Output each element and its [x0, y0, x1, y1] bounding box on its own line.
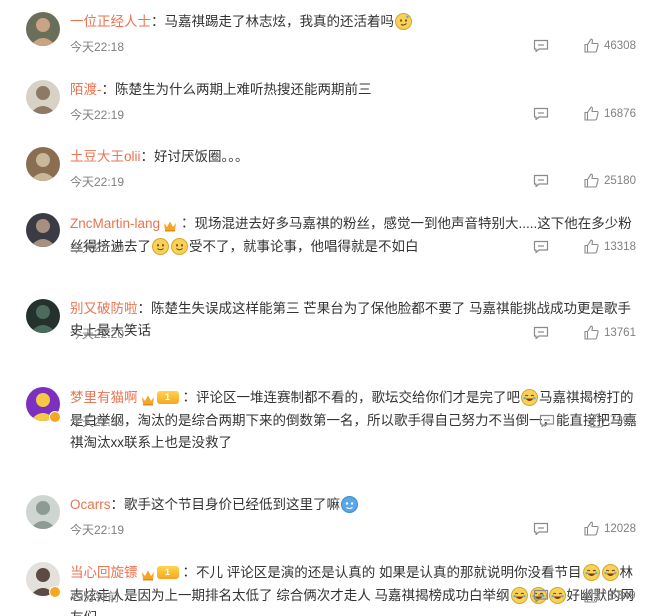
- comment-item: ZncMartin-lang ：现场混进去好多马嘉祺的粉丝，感觉一到他声音特别大.…: [0, 207, 660, 267]
- comment-item: 陌渡-：陈楚生为什么两期上难听热搜还能两期前三今天22:19 16876: [0, 74, 660, 134]
- name-separator-icon: ：: [110, 497, 125, 512]
- crown-icon: [141, 391, 155, 406]
- like-icon[interactable]: [584, 521, 599, 536]
- name-separator-icon: ：: [140, 149, 155, 164]
- avatar[interactable]: [26, 147, 60, 181]
- comment-item: 一位正经人士：马嘉祺踢走了林志炫，我真的还活着吗今天22:18 46308: [0, 6, 660, 66]
- reply-icon[interactable]: [533, 522, 549, 536]
- timestamp: 今天22:35: [70, 415, 125, 429]
- timestamp: 今天22:18: [70, 40, 125, 54]
- comment-text: 马嘉祺踢走了林志炫，我真的还活着吗: [164, 14, 395, 29]
- username-link[interactable]: Ocarrs: [70, 497, 111, 512]
- like-count: 13761: [604, 327, 636, 339]
- level-badge: 1: [156, 565, 179, 579]
- comment-text: 歌手这个节目身价已经低到这里了嘛: [124, 497, 340, 512]
- comment-content: 当心回旋镖 1 ：不儿 评论区是演的还是认真的 如果是认真的那就说明你没看节目 林志炫…: [70, 561, 640, 616]
- like-count: 7290: [610, 415, 636, 427]
- name-separator-icon: ：: [151, 14, 165, 29]
- smirk-emoji-icon: [395, 13, 412, 30]
- comment-text: 陈楚生为什么两期上难听热搜还能两期前三: [115, 82, 372, 97]
- sweat-emoji-icon: [341, 496, 358, 513]
- timestamp: 今天22:19: [70, 108, 125, 122]
- user-badges: [163, 212, 177, 234]
- username-link[interactable]: 一位正经人士: [70, 14, 151, 29]
- comment-text: 受不了，就事论事，他唱得就是不如白: [189, 239, 419, 254]
- timestamp: 49分钟前: [70, 590, 120, 604]
- laugh-emoji-icon: [601, 563, 619, 581]
- comment-content: 一位正经人士：马嘉祺踢走了林志炫，我真的还活着吗: [70, 11, 640, 33]
- reply-icon[interactable]: [533, 240, 549, 254]
- comment-item: Ocarrs：歌手这个节目身价已经低到这里了嘛今天22:19 12028: [0, 489, 660, 549]
- name-separator-icon: ：: [137, 301, 152, 316]
- crown-icon: [141, 566, 155, 581]
- comment-feed: 一位正经人士：马嘉祺踢走了林志炫，我真的还活着吗 今天22:18 46308 陌渡-：…: [0, 0, 660, 616]
- comment-item: 梦里有猫啊 1 ：评论区一堆连赛制都不看的，歌坛交给你们才是完了吧 马嘉祺揭榜打的是白…: [0, 381, 660, 450]
- comment-text: 评论区一堆连赛制都不看的，歌坛交给你们才是完了吧: [196, 389, 520, 405]
- like-count: 6349: [610, 590, 636, 602]
- like-icon[interactable]: [584, 38, 599, 53]
- name-separator-icon: ：: [182, 564, 197, 580]
- like-icon[interactable]: [584, 325, 599, 340]
- like-icon[interactable]: [584, 173, 599, 188]
- reply-icon[interactable]: [533, 107, 549, 121]
- name-separator-icon: ：: [101, 82, 116, 97]
- comment-content: Ocarrs：歌手这个节目身价已经低到这里了嘛: [70, 494, 640, 516]
- comment-content: 土豆大王olii：好讨厌饭圈。。。: [70, 146, 640, 168]
- reply-icon[interactable]: [533, 174, 549, 188]
- comment-item: 别又破防啦：陈楚生失误成这样能第三 芒果台为了保他脸都不要了 马嘉祺能挑战成功更…: [0, 293, 660, 353]
- timestamp: 今天22:20: [70, 241, 125, 255]
- like-icon[interactable]: [584, 239, 599, 254]
- timestamp: 今天22:19: [70, 523, 125, 537]
- user-badges: 1: [141, 386, 179, 408]
- comment-content: ZncMartin-lang ：现场混进去好多马嘉祺的粉丝，感觉一到他声音特别大.…: [70, 212, 640, 258]
- username-link[interactable]: 陌渡-: [70, 82, 102, 97]
- comment-text: 好讨厌饭圈。。。: [154, 149, 249, 164]
- avatar[interactable]: [26, 299, 60, 333]
- like-count: 12028: [604, 523, 636, 535]
- like-icon[interactable]: [590, 413, 605, 428]
- laugh-emoji-icon: [521, 388, 538, 406]
- crown-icon: [163, 217, 177, 232]
- avatar[interactable]: [26, 213, 60, 247]
- like-count: 46308: [604, 40, 636, 52]
- username-link[interactable]: ZncMartin-lang: [70, 216, 160, 231]
- comment-item: 土豆大王olii：好讨厌饭圈。。。今天22:19 25180: [0, 141, 660, 201]
- verified-icon: [49, 586, 61, 598]
- like-count: 16876: [604, 108, 636, 120]
- like-count: 13318: [604, 241, 636, 253]
- comment-content: 陌渡-：陈楚生为什么两期上难听热搜还能两期前三: [70, 79, 640, 101]
- avatar[interactable]: [26, 495, 60, 529]
- username-link[interactable]: 当心回旋镖: [70, 565, 138, 580]
- timestamp: 今天22:19: [70, 175, 125, 189]
- smile-emoji-icon: [171, 238, 188, 255]
- name-separator-icon: ：: [181, 215, 195, 231]
- reply-icon[interactable]: [533, 589, 549, 603]
- comment-text: 不儿 评论区是演的还是认真的 如果是认真的那就说明你没看节目: [196, 564, 582, 580]
- user-badges: 1: [141, 561, 179, 583]
- name-separator-icon: ：: [182, 389, 197, 405]
- laugh-emoji-icon: [582, 563, 600, 581]
- username-link[interactable]: 土豆大王olii: [70, 149, 141, 164]
- reply-icon[interactable]: [533, 39, 549, 53]
- like-icon[interactable]: [584, 106, 599, 121]
- avatar[interactable]: [26, 80, 60, 114]
- like-count: 25180: [604, 175, 636, 187]
- comment-item: 当心回旋镖 1 ：不儿 评论区是演的还是认真的 如果是认真的那就说明你没看节目 林志炫…: [0, 556, 660, 616]
- reply-icon[interactable]: [539, 414, 555, 428]
- laugh-emoji-icon: [510, 587, 528, 604]
- laugh-emoji-icon: [548, 587, 566, 604]
- verified-icon: [49, 411, 61, 423]
- level-badge: 1: [156, 390, 179, 404]
- username-link[interactable]: 别又破防啦: [70, 301, 138, 316]
- smile-emoji-icon: [152, 238, 169, 255]
- timestamp: 今天22:20: [70, 327, 125, 341]
- comment-content: 别又破防啦：陈楚生失误成这样能第三 芒果台为了保他脸都不要了 马嘉祺能挑战成功更…: [70, 298, 640, 342]
- username-link[interactable]: 梦里有猫啊: [70, 390, 138, 405]
- reply-icon[interactable]: [533, 326, 549, 340]
- like-icon[interactable]: [584, 588, 599, 603]
- avatar[interactable]: [26, 12, 60, 46]
